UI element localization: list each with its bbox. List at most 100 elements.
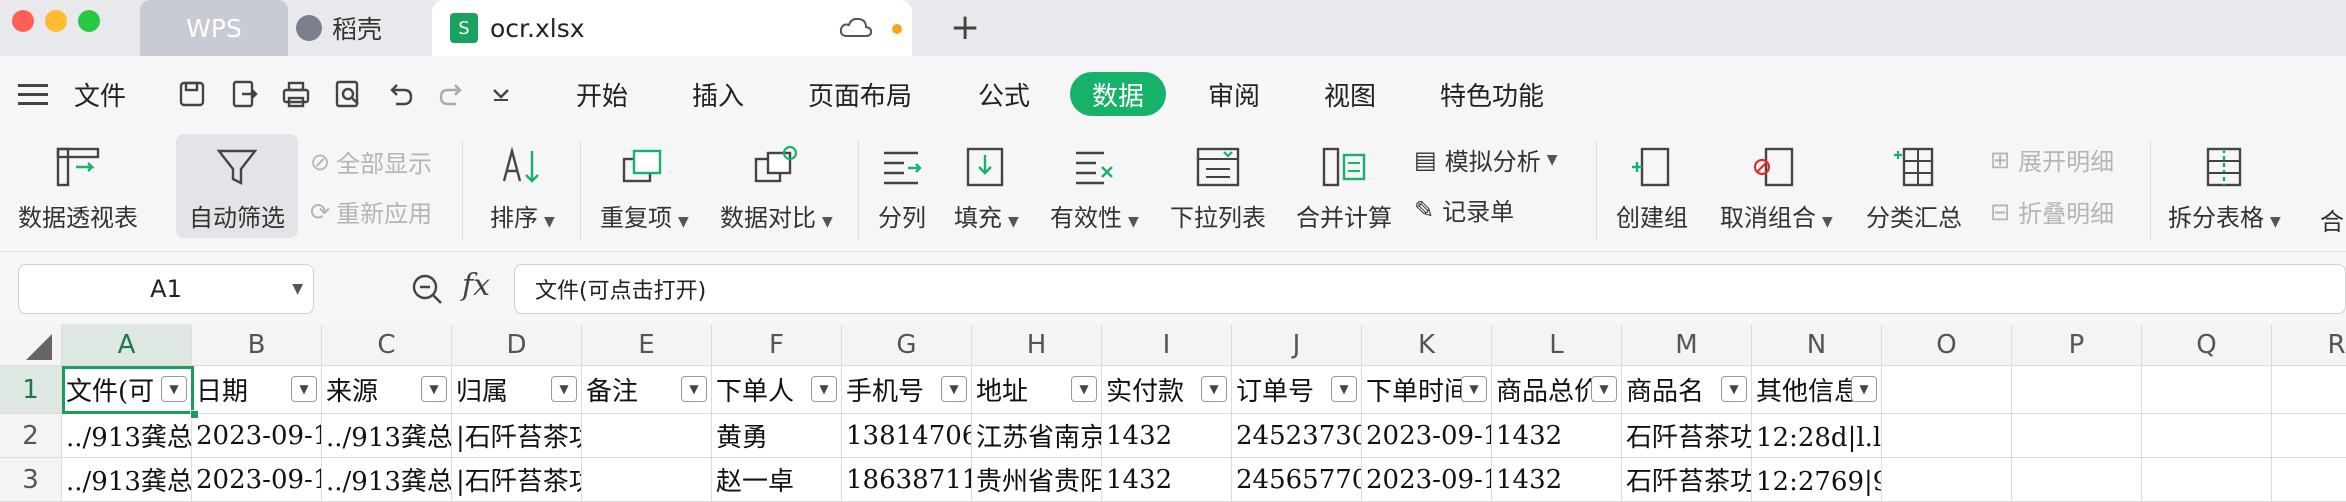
- split-table-button[interactable]: 拆分表格 ▼: [2168, 138, 2281, 233]
- menu-file[interactable]: 文件: [74, 72, 126, 116]
- fx-icon[interactable]: fx: [462, 268, 490, 303]
- table-cell[interactable]: [1882, 458, 2012, 502]
- table-cell[interactable]: 1432: [1102, 414, 1232, 458]
- header-cell[interactable]: 商品总价 ▼: [1492, 366, 1622, 414]
- split-column-button[interactable]: 分列: [876, 138, 928, 233]
- reapply-button[interactable]: ⟳ 重新应用: [310, 194, 432, 229]
- select-all-corner[interactable]: [0, 324, 62, 366]
- hamburger-menu-icon[interactable]: [18, 84, 48, 106]
- pivot-table-button[interactable]: 数据透视表: [18, 138, 138, 233]
- header-cell[interactable]: 订单号 ▼: [1232, 366, 1362, 414]
- header-cell[interactable]: 实付款 ▼: [1102, 366, 1232, 414]
- tab-wps[interactable]: WPS: [140, 0, 288, 56]
- header-cell[interactable]: [1882, 366, 2012, 414]
- filter-dropdown-icon[interactable]: ▼: [161, 376, 187, 402]
- filter-dropdown-icon[interactable]: ▼: [1851, 376, 1877, 402]
- table-cell[interactable]: ../913龚总: [62, 458, 192, 502]
- print-preview-icon[interactable]: [332, 78, 364, 110]
- consolidate-button[interactable]: 合并计算: [1296, 138, 1392, 233]
- column-header-F[interactable]: F: [712, 324, 842, 366]
- table-cell[interactable]: [2142, 414, 2272, 458]
- data-compare-button[interactable]: 数据对比 ▼: [720, 138, 833, 233]
- filter-dropdown-icon[interactable]: ▼: [291, 376, 317, 402]
- table-cell[interactable]: 江苏省南京市: [972, 414, 1102, 458]
- table-cell[interactable]: [2012, 414, 2142, 458]
- table-cell[interactable]: 黄勇: [712, 414, 842, 458]
- row-header-2[interactable]: 2: [0, 414, 62, 458]
- table-cell[interactable]: 12:2769|95559%|订单详情|待发货|赵一卓|18638711563: [1752, 458, 1882, 502]
- filter-dropdown-icon[interactable]: ▼: [811, 376, 837, 402]
- subtotal-button[interactable]: 分类汇总: [1866, 138, 1962, 233]
- ungroup-button[interactable]: 取消组合 ▼: [1720, 138, 1833, 233]
- header-cell[interactable]: [2142, 366, 2272, 414]
- header-cell[interactable]: 日期 ▼: [192, 366, 322, 414]
- filter-dropdown-icon[interactable]: ▼: [1721, 376, 1747, 402]
- table-cell[interactable]: 贵州省贵阳市: [972, 458, 1102, 502]
- duplicates-button[interactable]: 重复项 ▼: [600, 138, 689, 233]
- column-header-P[interactable]: P: [2012, 324, 2142, 366]
- table-cell[interactable]: [2142, 458, 2272, 502]
- header-cell[interactable]: 其他信息 ▼: [1752, 366, 1882, 414]
- table-cell[interactable]: 2023-09-13: [192, 414, 322, 458]
- column-header-J[interactable]: J: [1232, 324, 1362, 366]
- create-group-button[interactable]: 创建组: [1616, 138, 1688, 233]
- header-cell[interactable]: 归属 ▼: [452, 366, 582, 414]
- menu-data[interactable]: 数据: [1070, 72, 1167, 116]
- table-cell[interactable]: [582, 458, 712, 502]
- filter-dropdown-icon[interactable]: ▼: [1071, 376, 1097, 402]
- column-header-O[interactable]: O: [1882, 324, 2012, 366]
- record-form-button[interactable]: ✎ 记录单: [1414, 192, 1514, 227]
- row-header-3[interactable]: 3: [0, 458, 62, 502]
- auto-filter-button[interactable]: 自动筛选: [176, 134, 298, 238]
- filter-dropdown-icon[interactable]: ▼: [1461, 376, 1487, 402]
- table-cell[interactable]: [2272, 414, 2346, 458]
- close-window-button[interactable]: [12, 10, 34, 32]
- row-header-1[interactable]: 1: [0, 366, 62, 414]
- table-cell[interactable]: ../913龚总: [322, 458, 452, 502]
- column-header-A[interactable]: A: [62, 324, 192, 366]
- column-header-B[interactable]: B: [192, 324, 322, 366]
- table-cell[interactable]: [1882, 414, 2012, 458]
- tab-ocr-xlsx[interactable]: S ocr.xlsx: [432, 0, 912, 56]
- header-cell[interactable]: 商品名 ▼: [1622, 366, 1752, 414]
- column-header-M[interactable]: M: [1622, 324, 1752, 366]
- filter-dropdown-icon[interactable]: ▼: [941, 376, 967, 402]
- filter-dropdown-icon[interactable]: ▼: [681, 376, 707, 402]
- header-cell[interactable]: 下单时间 ▼: [1362, 366, 1492, 414]
- column-header-K[interactable]: K: [1362, 324, 1492, 366]
- header-cell[interactable]: [2012, 366, 2142, 414]
- table-cell[interactable]: 2023-09-13: [1362, 414, 1492, 458]
- filter-dropdown-icon[interactable]: ▼: [1591, 376, 1617, 402]
- save-icon[interactable]: [176, 78, 208, 110]
- filter-dropdown-icon[interactable]: ▼: [551, 376, 577, 402]
- undo-icon[interactable]: [384, 78, 416, 110]
- name-box[interactable]: A1 ▼: [18, 264, 314, 314]
- validity-button[interactable]: 有效性 ▼: [1050, 138, 1139, 233]
- minimize-window-button[interactable]: [45, 10, 67, 32]
- column-header-E[interactable]: E: [582, 324, 712, 366]
- table-cell[interactable]: 18638711563: [842, 458, 972, 502]
- column-header-G[interactable]: G: [842, 324, 972, 366]
- spreadsheet-grid[interactable]: ABCDEFGHIJKLMNOPQR 123 文件(可 ▼ 日期 ▼ 来源 ▼ 归属 ▼ 备注 ▼…: [0, 324, 2346, 502]
- table-cell[interactable]: 石阡苔茶功夫: [1622, 458, 1752, 502]
- column-header-I[interactable]: I: [1102, 324, 1232, 366]
- menu-review[interactable]: 审阅: [1208, 72, 1260, 116]
- filter-dropdown-icon[interactable]: ▼: [421, 376, 447, 402]
- table-cell[interactable]: ../913龚总: [62, 414, 192, 458]
- table-cell[interactable]: 2452373000: [1232, 414, 1362, 458]
- column-header-R[interactable]: R: [2272, 324, 2346, 366]
- column-header-D[interactable]: D: [452, 324, 582, 366]
- table-cell[interactable]: [2272, 458, 2346, 502]
- fill-handle[interactable]: [190, 410, 199, 419]
- tab-daoke[interactable]: 稻壳: [296, 0, 426, 56]
- table-cell[interactable]: 2023-09-13: [192, 458, 322, 502]
- redo-icon[interactable]: [436, 78, 468, 110]
- table-cell[interactable]: 石阡苔茶功夫: [1622, 414, 1752, 458]
- zoom-window-button[interactable]: [78, 10, 100, 32]
- table-cell[interactable]: [2012, 458, 2142, 502]
- formula-input[interactable]: 文件(可点击打开): [514, 264, 2346, 314]
- column-header-C[interactable]: C: [322, 324, 452, 366]
- column-header-L[interactable]: L: [1492, 324, 1622, 366]
- column-header-H[interactable]: H: [972, 324, 1102, 366]
- header-cell[interactable]: 地址 ▼: [972, 366, 1102, 414]
